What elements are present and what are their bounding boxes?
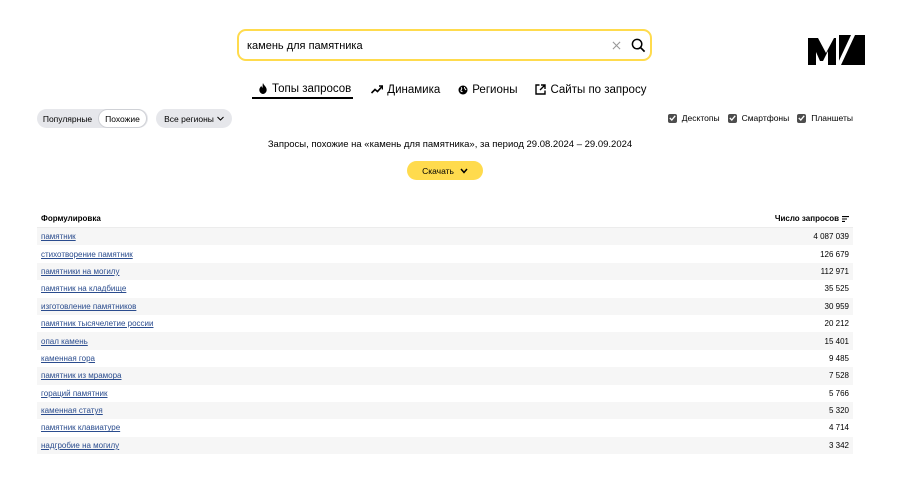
table-row: каменная гора 9 485	[37, 350, 853, 367]
device-smartphone-checkbox[interactable]: Смартфоны	[727, 113, 790, 123]
close-icon	[612, 41, 620, 49]
chevron-down-icon	[460, 168, 468, 174]
query-link[interactable]: памятник из мрамора	[41, 371, 122, 380]
clear-search-button[interactable]	[607, 35, 625, 55]
table-row: изготовление памятников 30 959	[37, 297, 853, 315]
popular-button[interactable]: Популярные	[37, 109, 98, 128]
query-count: 3 342	[828, 440, 849, 450]
query-type-switch: Популярные Похожие	[37, 109, 148, 128]
table-row: надгробие на могилу 3 342	[37, 436, 853, 455]
column-header-count-label: Число запросов	[774, 214, 839, 223]
device-label: Десктопы	[681, 113, 720, 123]
download-button[interactable]: Скачать	[407, 161, 483, 180]
query-link[interactable]: каменная статуя	[41, 406, 103, 415]
query-link[interactable]: надгробие на могилу	[41, 441, 119, 450]
column-header-phrase: Формулировка	[41, 214, 101, 223]
device-desktop-checkbox[interactable]: Десктопы	[667, 113, 720, 123]
chevron-down-icon	[217, 116, 224, 121]
query-link[interactable]: изготовление памятников	[41, 302, 136, 311]
query-link[interactable]: памятник клавиатуре	[41, 423, 120, 432]
tab-sites[interactable]: Сайты по запросу	[535, 80, 646, 99]
checkbox-checked-icon	[727, 113, 737, 123]
query-count: 5 320	[828, 406, 849, 416]
download-label: Скачать	[422, 165, 454, 176]
query-link[interactable]: гораций памятник	[41, 389, 108, 398]
tab-regions[interactable]: Регионы	[458, 80, 517, 99]
table-header: Формулировка Число запросов	[37, 210, 853, 228]
query-link[interactable]: памятники на могилу	[41, 267, 119, 276]
tab-label: Топы запросов	[272, 82, 352, 95]
checkbox-checked-icon	[797, 113, 807, 123]
query-link[interactable]: памятник	[41, 232, 76, 241]
wordstat-logo[interactable]	[806, 35, 865, 65]
period-caption: Запросы, похожие на «камень для памятник…	[267, 139, 633, 150]
table-row: памятник клавиатуре 4 714	[37, 419, 853, 436]
table-row: памятник тысячелетие россии 20 212	[37, 315, 853, 332]
device-tablet-checkbox[interactable]: Планшеты	[797, 113, 853, 123]
device-label: Планшеты	[811, 113, 853, 123]
device-filters: Десктопы Смартфоны Планшеты	[660, 113, 853, 123]
query-count: 126 679	[820, 249, 849, 259]
query-count: 7 528	[828, 371, 849, 381]
search-icon	[631, 38, 645, 52]
query-link[interactable]: стихотворение памятник	[41, 250, 133, 259]
table-body: памятник 4 087 039 стихотворение памятник…	[37, 228, 853, 455]
device-label: Смартфоны	[741, 113, 790, 123]
query-count: 9 485	[828, 353, 849, 363]
table-row: памятник из мрамора 7 528	[37, 367, 853, 385]
globe-icon	[458, 85, 468, 94]
tab-dynamics[interactable]: Динамика	[371, 80, 440, 99]
tab-top-queries[interactable]: Топы запросов	[252, 80, 354, 99]
query-link[interactable]: опал камень	[41, 337, 88, 346]
query-link[interactable]: памятник тысячелетие россии	[41, 319, 153, 328]
tab-label: Сайты по запросу	[550, 83, 647, 96]
table-row: каменная статуя 5 320	[37, 401, 853, 420]
table-row: опал камень 15 401	[37, 332, 853, 350]
column-header-count[interactable]: Число запросов	[775, 214, 849, 223]
checkbox-checked-icon	[667, 113, 677, 123]
external-link-icon	[535, 84, 547, 95]
query-count: 30 959	[824, 301, 849, 311]
query-count: 5 766	[828, 388, 849, 398]
sort-icon	[842, 215, 849, 222]
search-button[interactable]	[627, 34, 649, 56]
table-row: памятники на могилу 112 971	[37, 262, 853, 281]
table-row: памятник на кладбище 35 525	[37, 280, 853, 297]
query-link[interactable]: памятник на кладбище	[41, 284, 126, 293]
query-link[interactable]: каменная гора	[41, 354, 95, 363]
search-box	[237, 29, 652, 61]
search-input[interactable]	[247, 37, 587, 55]
region-select[interactable]: Все регионы	[156, 109, 232, 128]
fire-icon	[259, 83, 267, 94]
query-count: 20 212	[824, 319, 849, 329]
query-count: 4 714	[828, 423, 849, 433]
view-tabs: Топы запросов Динамика Регионы Сайты по …	[252, 80, 664, 100]
region-label: Все регионы	[164, 113, 214, 124]
table-row: гораций памятник 5 766	[37, 385, 853, 402]
tab-label: Регионы	[472, 83, 518, 96]
similar-button[interactable]: Похожие	[98, 109, 147, 128]
trend-icon	[371, 85, 384, 94]
query-count: 35 525	[824, 284, 849, 294]
tab-label: Динамика	[387, 83, 441, 96]
table-row: стихотворение памятник 126 679	[37, 245, 853, 262]
queries-table: Формулировка Число запросов памятник 4 08…	[37, 210, 853, 455]
table-row: памятник 4 087 039	[37, 228, 853, 246]
query-count: 112 971	[820, 266, 849, 276]
query-count: 4 087 039	[813, 232, 849, 242]
query-count: 15 401	[824, 336, 849, 346]
